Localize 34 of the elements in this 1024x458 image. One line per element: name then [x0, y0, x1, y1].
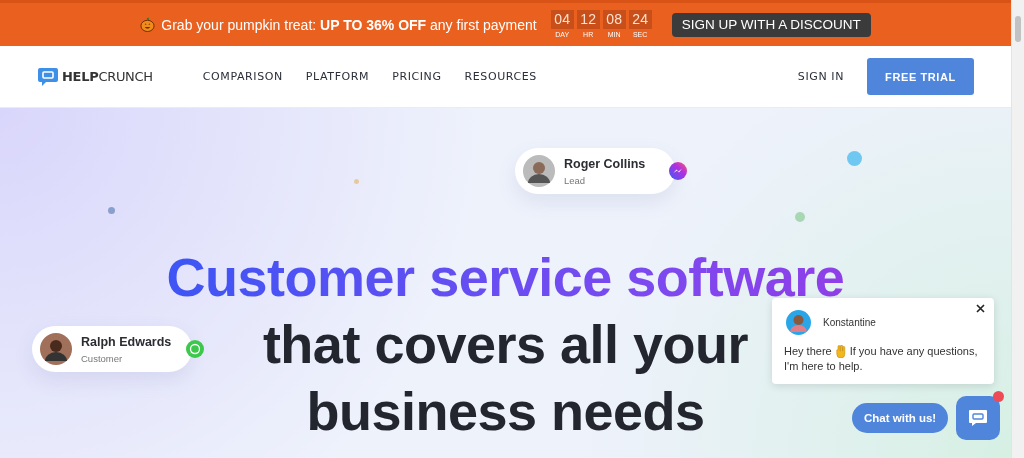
nav-link[interactable]: PRICING	[392, 70, 442, 83]
nav-link[interactable]: RESOURCES	[464, 70, 537, 83]
promo-text: Grab your pumpkin treat: UP TO 36% OFF any first payment	[161, 16, 537, 33]
agent-name: Konstantine	[823, 317, 876, 328]
chat-icon	[968, 409, 989, 427]
logo[interactable]: HELPCRUNCH	[37, 65, 153, 88]
avatar	[40, 333, 72, 365]
contact-role: Lead	[564, 174, 586, 186]
chat-bubble-icon	[37, 65, 59, 88]
message-text: I'm here to help.	[784, 359, 863, 374]
nav-link[interactable]: PLATFORM	[305, 70, 370, 83]
decor-dot	[108, 207, 115, 214]
pumpkin-icon	[140, 17, 156, 32]
discount-button[interactable]: SIGN UP WITH A DISCOUNT	[671, 12, 871, 37]
decor-dot	[847, 151, 862, 166]
chat-label-button[interactable]: Chat with us!	[852, 403, 949, 433]
sign-in-link[interactable]: SIGN IN	[797, 70, 844, 83]
contact-name: Roger Collins	[564, 156, 646, 172]
headline: that covers all your	[262, 313, 749, 376]
decor-dot	[354, 179, 359, 184]
contact-name: Ralph Edwards	[81, 334, 172, 350]
message-text: If you have any questions,	[849, 344, 978, 359]
nav-link[interactable]: COMPARISON	[202, 70, 283, 83]
scrollbar[interactable]	[1011, 0, 1024, 458]
headline: business needs	[306, 380, 705, 443]
waving-hand-icon	[835, 345, 846, 358]
avatar	[786, 310, 811, 335]
contact-role: Customer	[81, 352, 123, 364]
decor-dot	[795, 212, 805, 222]
close-icon[interactable]	[976, 304, 985, 313]
greeting-text: Hey there	[784, 344, 832, 359]
free-trial-button[interactable]: FREE TRIAL	[867, 58, 974, 95]
avatar	[523, 155, 555, 187]
chat-launcher-button[interactable]	[956, 396, 1001, 440]
